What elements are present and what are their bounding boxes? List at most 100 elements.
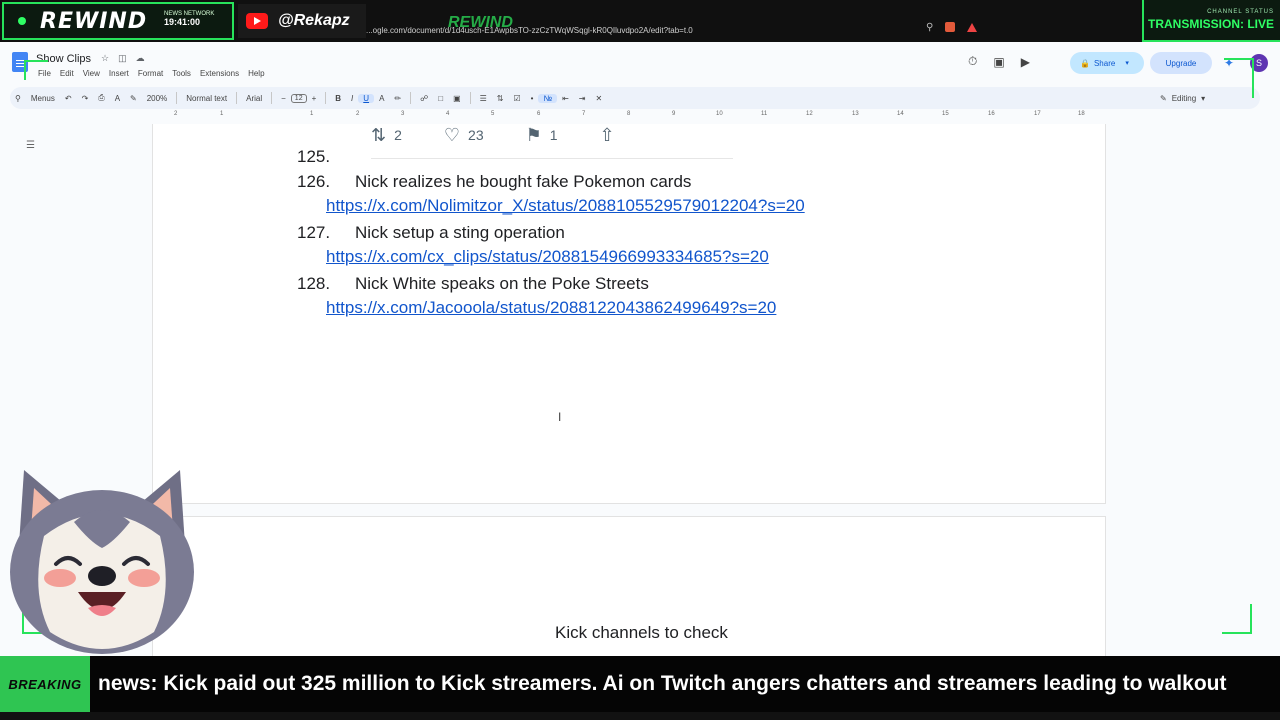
channel-status: CHANNEL STATUS TRANSMISSION: LIVE	[1142, 0, 1280, 42]
outline-icon[interactable]: ☰	[26, 140, 35, 151]
menu-tools[interactable]: Tools	[172, 69, 191, 78]
list-item[interactable]: 125.	[297, 144, 805, 169]
redo-icon[interactable]: ↷	[77, 94, 94, 103]
menu-format[interactable]: Format	[138, 69, 163, 78]
clear-formatting-icon[interactable]: ✕	[590, 94, 607, 103]
ruler-mark: 13	[852, 111, 859, 117]
toolbar-divider	[236, 92, 238, 104]
toolbar-divider	[410, 92, 412, 104]
channel-handle: @Rekapz	[278, 12, 350, 29]
paint-format-icon[interactable]: ✎	[125, 94, 142, 103]
underline-icon[interactable]: U	[358, 93, 375, 103]
list-number: 125.	[297, 146, 331, 166]
clip-list: 125. 126. Nick realizes he bought fake P…	[297, 144, 805, 322]
youtube-icon	[246, 13, 268, 29]
clock: 19:41:00	[164, 17, 201, 27]
text-color-icon[interactable]: A	[374, 94, 389, 103]
live-dot-icon	[18, 17, 26, 25]
ruler-mark: 8	[627, 111, 631, 117]
share-button[interactable]: 🔒 Share ▾	[1070, 52, 1144, 74]
undo-icon[interactable]: ↶	[60, 94, 77, 103]
list-title: Nick setup a sting operation	[355, 222, 565, 242]
browser-actions: ⚲	[926, 22, 978, 33]
cloud-status-icon[interactable]: ☁	[136, 53, 145, 64]
image-icon[interactable]: ▣	[448, 94, 466, 103]
ruler-mark: 10	[716, 111, 723, 117]
network-clock: NEWS NETWORK 19:41:00	[164, 10, 214, 27]
menu-help[interactable]: Help	[248, 69, 264, 78]
chevron-down-icon: ▾	[1201, 93, 1206, 103]
numbered-list-icon[interactable]: №	[538, 93, 558, 103]
clip-link[interactable]: https://x.com/Nolimitzor_X/status/208810…	[297, 194, 805, 220]
like-count: ♡ 23	[444, 125, 484, 146]
list-item[interactable]: 126. Nick realizes he bought fake Pokemo…	[297, 169, 805, 194]
status-label: CHANNEL STATUS	[1207, 9, 1274, 15]
ruler-mark: 18	[1078, 111, 1085, 117]
font-size-input[interactable]: 12	[290, 93, 307, 103]
address-bar[interactable]: ...ogle.com/document/d/1d4usch-E1AwpbsTO…	[366, 20, 1006, 40]
zoom-select[interactable]: 200%	[142, 94, 172, 103]
list-item[interactable]: 128. Nick White speaks on the Poke Stree…	[297, 271, 805, 296]
ruler-mark: 14	[897, 111, 904, 117]
move-folder-icon[interactable]: ◫	[118, 53, 127, 64]
brave-shield-icon[interactable]	[945, 22, 956, 32]
editing-mode[interactable]: ✎ Editing ▾	[1160, 87, 1205, 109]
document-page[interactable]: Kick channels to check	[152, 516, 1106, 676]
decrease-font-icon[interactable]: −	[276, 94, 291, 103]
status-value: TRANSMISSION: LIVE	[1147, 17, 1274, 31]
decrease-indent-icon[interactable]: ⇤	[557, 94, 574, 103]
align-icon[interactable]: ☰	[475, 94, 492, 103]
menu-extensions[interactable]: Extensions	[200, 69, 239, 78]
search-icon[interactable]: ⚲	[10, 94, 26, 103]
style-select[interactable]: Normal text	[181, 94, 232, 103]
warning-icon[interactable]	[967, 23, 978, 32]
print-icon[interactable]: ⎙	[93, 93, 109, 103]
clip-link[interactable]: https://x.com/Jacooola/status/2088122043…	[297, 296, 805, 322]
ticker-headline: news: Kick paid out 325 million to Kick …	[98, 672, 1227, 695]
menu-edit[interactable]: Edit	[60, 69, 74, 78]
list-title: Nick realizes he bought fake Pokemon car…	[355, 171, 692, 191]
avatar-letter: S	[1255, 58, 1262, 68]
zoom-icon[interactable]: ⚲	[926, 22, 933, 33]
chevron-down-icon[interactable]: ▾	[1125, 59, 1129, 67]
upgrade-button[interactable]: Upgrade	[1150, 52, 1212, 74]
checklist-icon[interactable]: ☑	[509, 94, 526, 103]
husky-mascot	[10, 470, 194, 654]
list-number: 126.	[297, 171, 331, 191]
comment-icon[interactable]: □	[433, 94, 448, 103]
font-select[interactable]: Arial	[241, 94, 267, 103]
list-item[interactable]: 127. Nick setup a sting operation	[297, 220, 805, 245]
retweet-count: ⇅ 2	[371, 125, 402, 146]
link-icon[interactable]: ☍	[415, 94, 433, 103]
italic-icon[interactable]: I	[346, 94, 358, 103]
list-number: 128.	[297, 273, 331, 293]
ruler[interactable]: 2 1 1 2 3 4 5 6 7 8 9 10 11 12 13 14 15 …	[150, 111, 1110, 123]
spellcheck-icon[interactable]: A	[110, 94, 125, 103]
menu-view[interactable]: View	[83, 69, 100, 78]
version-history-icon[interactable]: ⏱	[968, 54, 977, 69]
bold-icon[interactable]: B	[330, 94, 346, 103]
toolbar-divider	[176, 92, 178, 104]
section-heading: Kick channels to check	[555, 623, 728, 642]
toolbar-divider	[325, 92, 327, 104]
increase-indent-icon[interactable]: ⇥	[574, 94, 591, 103]
frame-bracket	[1222, 604, 1252, 634]
menu-insert[interactable]: Insert	[109, 69, 129, 78]
highlight-icon[interactable]: ✏	[389, 94, 406, 103]
comments-icon[interactable]: ▣	[993, 55, 1004, 69]
line-spacing-icon[interactable]: ⇅	[492, 94, 509, 103]
increase-font-icon[interactable]: +	[307, 94, 322, 103]
rewind-badge: REWIND NEWS NETWORK 19:41:00	[2, 2, 234, 40]
star-icon[interactable]: ☆	[101, 53, 109, 64]
retweet-icon: ⇅	[371, 124, 387, 145]
bullet-list-icon[interactable]: •	[526, 94, 539, 103]
clip-link[interactable]: https://x.com/cx_clips/status/2088154966…	[297, 245, 805, 271]
menus-search[interactable]: Menus	[26, 94, 60, 103]
share-tweet: ⇧	[600, 125, 615, 146]
retweet-value: 2	[394, 127, 402, 143]
husky-avatar-icon	[10, 470, 194, 654]
breaking-text: BREAKING	[8, 676, 82, 692]
meet-icon[interactable]: ▶	[1021, 55, 1030, 69]
document-page[interactable]: ⇅ 2 ♡ 23 ⚑ 1 ⇧ 125. 126. Nick realizes h…	[152, 124, 1106, 504]
bookmark-count: ⚑ 1	[526, 125, 558, 146]
